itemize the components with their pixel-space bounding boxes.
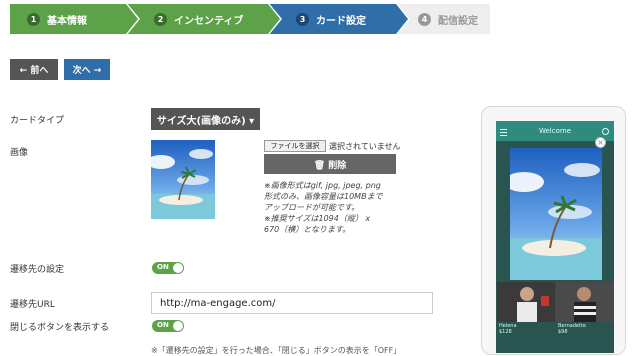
step-number: 2 bbox=[154, 12, 167, 26]
step-incentive[interactable]: 2 インセンティブ bbox=[126, 4, 268, 34]
format-note: ※画像形式はgif, jpg, jpeg, png bbox=[264, 181, 381, 190]
card-popup-image[interactable] bbox=[510, 148, 602, 280]
format-note: 形式のみ、画像容量は10MBまで bbox=[264, 192, 383, 201]
bottom-note: ※「遷移先の設定」を行った場合、「閉じる」ボタンの表示を「OFF」 bbox=[151, 346, 402, 355]
url-input[interactable]: http://ma-engage.com/ bbox=[151, 292, 433, 314]
app-title: Welcome bbox=[538, 127, 572, 135]
size-note: ※推奨サイズは1094（縦） x bbox=[264, 214, 371, 223]
step-number: 3 bbox=[296, 12, 309, 26]
menu-icon bbox=[500, 129, 507, 136]
file-status-text: 選択されていません bbox=[329, 142, 401, 151]
step-label: 基本情報 bbox=[47, 15, 87, 27]
step-basic-info[interactable]: 1 基本情報 bbox=[10, 4, 126, 34]
image-label: 画像 bbox=[10, 148, 29, 158]
card-type-label: カードタイプ bbox=[10, 116, 65, 126]
step-arrow bbox=[268, 4, 280, 34]
size-note: 670（横）となります。 bbox=[264, 225, 351, 234]
image-thumbnail bbox=[151, 140, 215, 219]
prev-button[interactable]: ← 前へ bbox=[10, 59, 58, 80]
product-price: $98 bbox=[558, 329, 568, 335]
step-wizard: 1 基本情報 2 インセンティブ 3 カード設定 4 配信設定 bbox=[10, 2, 490, 36]
product-price: $128 bbox=[499, 329, 512, 335]
step-label: 配信設定 bbox=[438, 15, 478, 27]
close-icon[interactable]: × bbox=[595, 137, 606, 148]
step-card-settings[interactable]: 3 カード設定 bbox=[268, 4, 396, 34]
search-icon bbox=[602, 128, 609, 135]
toggle-text: ON bbox=[157, 263, 169, 271]
file-select-button[interactable]: ファイルを選択 bbox=[264, 140, 326, 152]
step-arrow bbox=[396, 4, 408, 34]
step-delivery-settings[interactable]: 4 配信設定 bbox=[396, 4, 490, 34]
close-button-label: 閉じるボタンを表示する bbox=[10, 323, 110, 333]
product-image bbox=[497, 282, 555, 322]
toggle-text: ON bbox=[157, 321, 169, 329]
step-label: インセンティブ bbox=[174, 15, 244, 27]
toggle-knob bbox=[173, 321, 183, 331]
product-image bbox=[556, 282, 614, 322]
step-label: カード設定 bbox=[316, 15, 366, 27]
url-label: 遷移先URL bbox=[10, 300, 55, 310]
next-button[interactable]: 次へ → bbox=[64, 59, 110, 80]
step-arrow bbox=[126, 4, 138, 34]
step-number: 1 bbox=[27, 12, 40, 26]
card-type-dropdown[interactable]: サイズ大(画像のみ) ▾ bbox=[151, 108, 260, 130]
link-setting-label: 遷移先の設定 bbox=[10, 265, 65, 275]
format-note: アップロードが可能です。 bbox=[264, 203, 360, 212]
toggle-knob bbox=[173, 263, 183, 273]
link-setting-toggle[interactable]: ON bbox=[152, 262, 184, 274]
delete-button[interactable]: 🗑 削除 bbox=[264, 154, 396, 174]
step-number: 4 bbox=[418, 12, 431, 26]
close-button-toggle[interactable]: ON bbox=[152, 320, 184, 332]
